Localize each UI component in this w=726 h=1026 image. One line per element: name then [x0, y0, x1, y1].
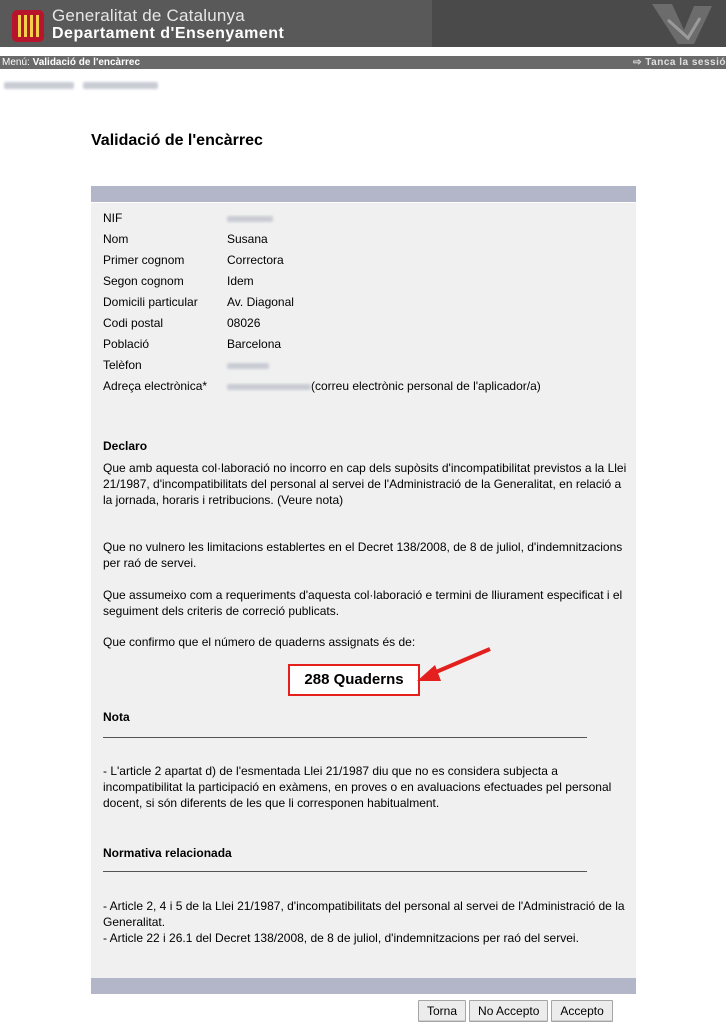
- declaro-p3: Que assumeixo com a requeriments d'aques…: [103, 588, 623, 618]
- field-label: Domicili particular: [103, 295, 198, 309]
- field-value: Susana: [227, 232, 268, 246]
- normativa-title: Normativa relacionada: [103, 846, 232, 860]
- field-label: Població: [103, 337, 150, 351]
- field-value: Idem: [227, 274, 254, 288]
- declaro-p2: Que no vulnero les limitacions establert…: [103, 540, 623, 570]
- action-buttons: Torna No Accepto Accepto: [418, 1000, 613, 1022]
- logout-link[interactable]: ⇨ Tanca la sessió: [633, 56, 726, 69]
- field-label: Codi postal: [103, 316, 164, 330]
- field-row: Codi postal 08026: [103, 313, 623, 334]
- accept-button[interactable]: Accepto: [551, 1000, 613, 1022]
- personal-data: NIF Nom Susana Primer cognom Correctora …: [103, 208, 623, 397]
- nota-divider: [103, 737, 587, 738]
- header-decoration: [432, 0, 726, 47]
- form-panel: NIF Nom Susana Primer cognom Correctora …: [91, 203, 636, 978]
- quaderns-count: 288 Quaderns: [288, 664, 420, 696]
- normativa-item-1: - Article 2, 4 i 5 de la Llei 21/1987, d…: [103, 899, 625, 929]
- field-label: Segon cognom: [103, 274, 184, 288]
- reject-button[interactable]: No Accepto: [469, 1000, 549, 1022]
- email-value: (correu electrònic personal de l'aplicad…: [227, 376, 541, 397]
- sculpture-icon: [432, 0, 726, 47]
- field-row: Població Barcelona: [103, 334, 623, 355]
- field-value: 08026: [227, 316, 261, 330]
- nota-text: - L'article 2 apartat d) de l'esmentada …: [103, 764, 612, 810]
- field-label: Adreça electrònica*: [103, 379, 208, 393]
- top-separator-bar: [91, 186, 636, 202]
- bottom-separator-bar: [91, 978, 636, 994]
- field-label: Nom: [103, 232, 129, 246]
- field-value: Correctora: [227, 253, 284, 267]
- field-row: Nom Susana: [103, 229, 623, 250]
- field-row: NIF: [103, 208, 623, 229]
- normativa-divider: [103, 871, 587, 872]
- normativa-item-2: - Article 22 i 26.1 del Decret 138/2008,…: [103, 931, 579, 945]
- declaro-title: Declaro: [103, 439, 148, 453]
- field-value-redacted: [227, 355, 269, 376]
- email-note: (correu electrònic personal de l'aplicad…: [311, 379, 541, 393]
- menu-breadcrumb: Menú: Validació de l'encàrrec: [2, 56, 140, 69]
- field-label: Telèfon: [103, 358, 142, 372]
- department-name: Departament d'Ensenyament: [52, 25, 285, 42]
- menu-bar: Menú: Validació de l'encàrrec ⇨ Tanca la…: [0, 56, 726, 69]
- declaro-p1: Que amb aquesta col·laboració no incorro…: [103, 461, 627, 507]
- back-button[interactable]: Torna: [418, 1000, 467, 1022]
- field-value: Av. Diagonal: [227, 295, 294, 309]
- menu-prefix: Menú:: [2, 57, 30, 68]
- field-value: Barcelona: [227, 337, 282, 351]
- field-row: Segon cognom Idem: [103, 271, 623, 292]
- red-arrow-icon: [417, 647, 491, 681]
- org-name: Generalitat de Catalunya: [52, 6, 245, 25]
- page-title: Validació de l'encàrrec: [91, 132, 263, 149]
- nota-title: Nota: [103, 710, 130, 724]
- user-info: [4, 78, 164, 90]
- field-value-redacted: [227, 208, 273, 229]
- menu-current: Validació de l'encàrrec: [32, 57, 141, 68]
- header-banner: Generalitat de Catalunya Departament d'E…: [0, 0, 726, 47]
- field-row: Domicili particular Av. Diagonal: [103, 292, 623, 313]
- field-row: Primer cognom Correctora: [103, 250, 623, 271]
- field-row: Telèfon: [103, 355, 623, 376]
- generalitat-logo-icon: [12, 10, 44, 42]
- field-row: Adreça electrònica* (correu electrònic p…: [103, 376, 623, 397]
- declaro-p4: Que confirmo que el número de quaderns a…: [103, 635, 416, 649]
- field-label: Primer cognom: [103, 253, 185, 267]
- field-label: NIF: [103, 211, 123, 225]
